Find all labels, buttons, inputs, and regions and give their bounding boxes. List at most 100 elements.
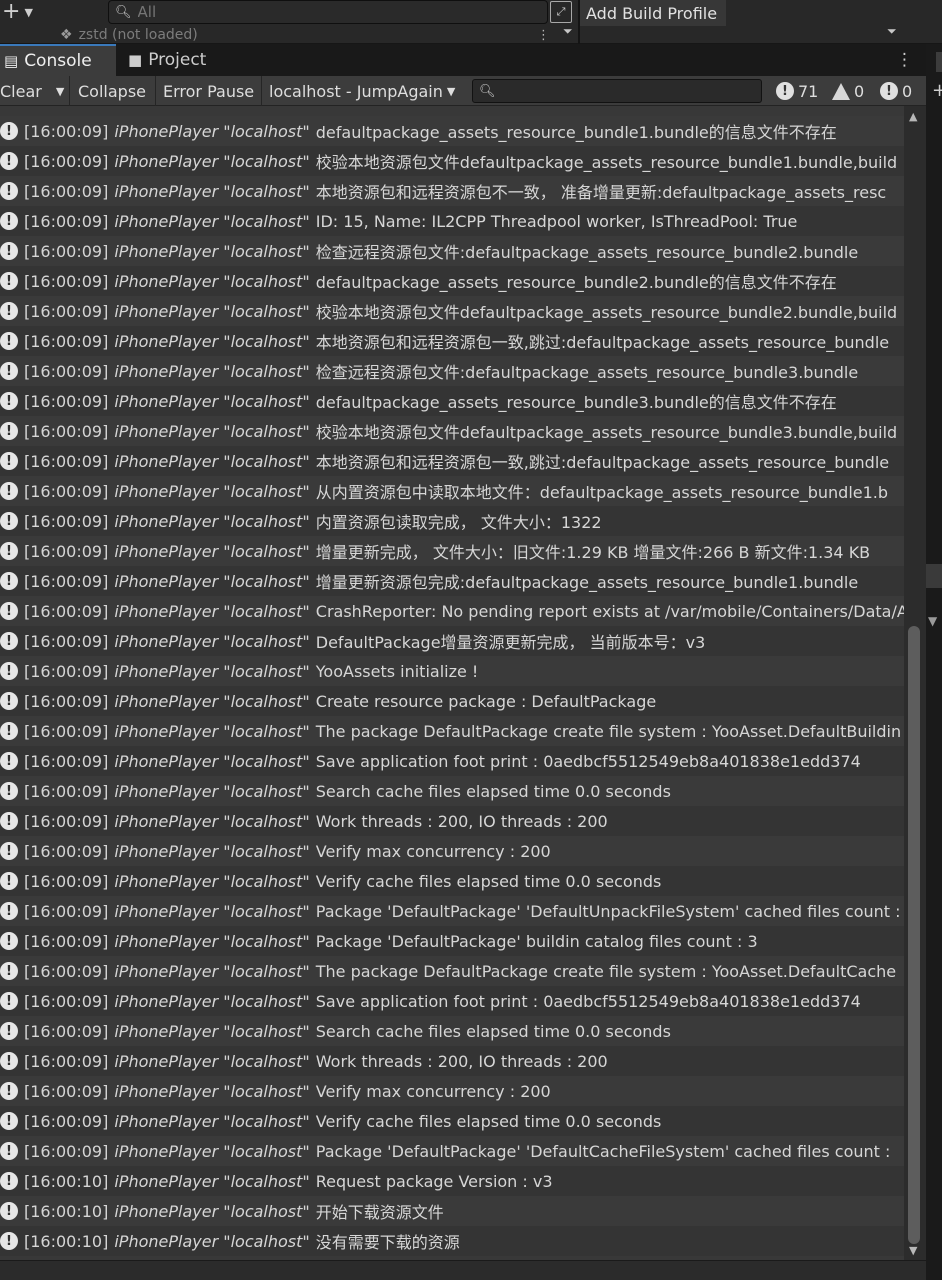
log-timestamp: [16:00:09] xyxy=(24,991,109,1011)
tab-project[interactable]: ■ Project xyxy=(128,44,238,76)
scroll-up-icon[interactable]: ▲ xyxy=(909,110,917,123)
zstd-item[interactable]: ❖ zstd (not loaded) xyxy=(60,27,198,43)
log-timestamp: [16:00:09] xyxy=(24,1141,109,1161)
console-log-list[interactable]: ! [16:00:09] iPhonePlayer "localhost" defau… xyxy=(0,106,904,1260)
log-entry[interactable]: ! [16:00:09] iPhonePlayer "localhost" defau… xyxy=(0,266,904,296)
log-entry[interactable]: ! [16:00:09] iPhonePlayer "localhost" Packa… xyxy=(0,896,904,926)
create-button[interactable]: + ▼ xyxy=(0,0,40,24)
log-entry[interactable]: ! [16:00:10] iPhonePlayer "localhost" 没有需要下… xyxy=(0,1226,904,1256)
log-source: iPhonePlayer "localhost" xyxy=(114,511,310,531)
log-timestamp: [16:00:10] xyxy=(24,1231,109,1251)
log-entry[interactable]: ! [16:00:09] iPhonePlayer "localhost" Packa… xyxy=(0,1136,904,1166)
hierarchy-search-input[interactable] xyxy=(137,3,518,21)
log-source: iPhonePlayer "localhost" xyxy=(114,991,310,1011)
log-entry[interactable]: ! [16:00:09] iPhonePlayer "localhost" 增量更新完… xyxy=(0,536,904,566)
log-entry[interactable]: ! [16:00:09] iPhonePlayer "localhost" 校验本地资… xyxy=(0,296,904,326)
tab-console[interactable]: ▤ Console xyxy=(0,44,116,76)
tab-project-label: Project xyxy=(148,50,207,70)
tab-menu-icon[interactable]: ⋮ xyxy=(896,50,913,70)
scroll-down-icon[interactable]: ▼ xyxy=(909,1244,917,1257)
log-entry[interactable]: ! [16:00:09] iPhonePlayer "localhost" 检查远程资… xyxy=(0,356,904,386)
log-timestamp: [16:00:09] xyxy=(24,661,109,681)
log-entry[interactable]: ! [16:00:09] iPhonePlayer "localhost" 校验本地资… xyxy=(0,146,904,176)
log-entry[interactable]: ! [16:00:09] iPhonePlayer "localhost" Verif… xyxy=(0,836,904,866)
collapse-icon[interactable]: ⏷ xyxy=(563,24,573,39)
error-pause-toggle[interactable]: Error Pause xyxy=(156,76,262,106)
console-scrollbar[interactable]: ▲ ▼ xyxy=(904,106,926,1260)
log-source: iPhonePlayer "localhost" xyxy=(114,361,310,381)
log-timestamp: [16:00:09] xyxy=(24,691,109,711)
log-message: The package DefaultPackage create file s… xyxy=(315,721,902,741)
info-icon: ! xyxy=(0,1142,18,1160)
zstd-label: zstd (not loaded) xyxy=(78,27,198,43)
log-entry[interactable]: ! [16:00:09] iPhonePlayer "localhost" Verif… xyxy=(0,866,904,896)
log-entry[interactable]: ! [16:00:09] iPhonePlayer "localhost" 校验本地资… xyxy=(0,416,904,446)
console-status-strip xyxy=(0,1260,926,1280)
log-entry[interactable]: ! [16:00:09] iPhonePlayer "localhost" defau… xyxy=(0,386,904,416)
add-build-profile-button[interactable]: Add Build Profile xyxy=(580,0,726,26)
console-search-input[interactable]: 🔍︎ xyxy=(472,79,762,103)
log-entry[interactable]: ! [16:00:09] iPhonePlayer "localhost" Defau… xyxy=(0,626,904,656)
error-filter-toggle[interactable]: ! 0 xyxy=(880,76,912,106)
log-entry[interactable]: ! [16:00:09] iPhonePlayer "localhost" Save … xyxy=(0,746,904,776)
adjacent-scroll-thumb[interactable] xyxy=(926,564,942,588)
collapse-icon[interactable]: ⏷ xyxy=(887,24,897,39)
log-entry[interactable]: ! [16:00:09] iPhonePlayer "localhost" Verif… xyxy=(0,1106,904,1136)
more-options-icon[interactable]: ⋮ xyxy=(537,28,550,43)
log-entry[interactable]: ! [16:00:09] iPhonePlayer "localhost" Verif… xyxy=(0,1076,904,1106)
expand-icon[interactable]: ⤢ xyxy=(550,1,572,23)
log-entry[interactable]: ! [16:00:09] iPhonePlayer "localhost" 本地资源包… xyxy=(0,446,904,476)
log-entry[interactable]: ! [16:00:09] iPhonePlayer "localhost" The p… xyxy=(0,716,904,746)
log-source: iPhonePlayer "localhost" xyxy=(114,1171,310,1191)
info-icon: ! xyxy=(0,842,18,860)
log-entry[interactable]: ! [16:00:09] iPhonePlayer "localhost" 内置资源包… xyxy=(0,506,904,536)
adjacent-panel: + ▼ xyxy=(926,44,942,1280)
log-entry[interactable]: ! [16:00:10] iPhonePlayer "localhost" 开始下载资… xyxy=(0,1196,904,1226)
log-entry[interactable]: ! [16:00:09] iPhonePlayer "localhost" Save … xyxy=(0,986,904,1016)
log-entry[interactable]: ! [16:00:09] iPhonePlayer "localhost" Crash… xyxy=(0,596,904,626)
log-source: iPhonePlayer "localhost" xyxy=(114,811,310,831)
log-entry[interactable]: ! [16:00:09] iPhonePlayer "localhost" Work … xyxy=(0,1046,904,1076)
clear-button[interactable]: Clear ▼ xyxy=(0,76,70,106)
plus-icon[interactable]: + xyxy=(932,80,942,101)
log-entry[interactable]: ! [16:00:09] iPhonePlayer "localhost" Creat… xyxy=(0,686,904,716)
log-entry[interactable]: ! [16:00:09] iPhonePlayer "localhost" Work … xyxy=(0,806,904,836)
log-timestamp: [16:00:09] xyxy=(24,1021,109,1041)
log-message: Package 'DefaultPackage' buildin catalog… xyxy=(315,931,758,951)
log-entry[interactable]: ! [16:00:09] iPhonePlayer "localhost" 本地资源包… xyxy=(0,176,904,206)
info-icon: ! xyxy=(0,422,18,440)
log-timestamp: [16:00:09] xyxy=(24,301,109,321)
log-message: CrashReporter: No pending report exists … xyxy=(315,601,904,621)
log-entry[interactable]: ! [16:00:09] iPhonePlayer "localhost" Searc… xyxy=(0,1016,904,1046)
log-entry[interactable]: ! [16:00:09] iPhonePlayer "localhost" YooAs… xyxy=(0,656,904,686)
collapse-toggle[interactable]: Collapse xyxy=(70,76,156,106)
plus-icon: + xyxy=(2,0,21,24)
log-source: iPhonePlayer "localhost" xyxy=(114,781,310,801)
log-entry[interactable]: ! [16:00:09] iPhonePlayer "localhost" defau… xyxy=(0,116,904,146)
info-filter-toggle[interactable]: ! 71 xyxy=(776,76,818,106)
log-entry[interactable]: ! [16:00:09] iPhonePlayer "localhost" 本地资源包… xyxy=(0,326,904,356)
player-connection-dropdown[interactable]: localhost - JumpAgain ▼ xyxy=(262,76,470,106)
log-entry[interactable]: ! [16:00:09] iPhonePlayer "localhost" 增量更新资… xyxy=(0,566,904,596)
adjacent-tab[interactable] xyxy=(936,52,942,72)
warning-filter-toggle[interactable]: 0 xyxy=(832,76,864,106)
info-icon: ! xyxy=(0,632,18,650)
log-entry[interactable]: ! [16:00:09] iPhonePlayer "localhost" Searc… xyxy=(0,776,904,806)
chevron-down-icon[interactable]: ▼ xyxy=(56,85,64,98)
log-entry[interactable]: ! [16:00:09] iPhonePlayer "localhost" 检查远程资… xyxy=(0,236,904,266)
log-timestamp: [16:00:09] xyxy=(24,331,109,351)
log-source: iPhonePlayer "localhost" xyxy=(114,961,310,981)
hierarchy-search[interactable]: 🔍︎ xyxy=(108,0,548,24)
log-entry[interactable]: ! [16:00:09] iPhonePlayer "localhost" The p… xyxy=(0,956,904,986)
scroll-down-icon[interactable]: ▼ xyxy=(928,614,937,628)
log-source: iPhonePlayer "localhost" xyxy=(114,451,310,471)
log-entry[interactable]: ! [16:00:10] iPhonePlayer "localhost" Reque… xyxy=(0,1166,904,1196)
scrollbar-thumb[interactable] xyxy=(908,626,920,1244)
log-entry[interactable]: ! [16:00:09] iPhonePlayer "localhost" 从内置资源… xyxy=(0,476,904,506)
log-source: iPhonePlayer "localhost" xyxy=(114,541,310,561)
tab-console-label: Console xyxy=(24,51,92,71)
log-entry[interactable]: ! [16:00:09] iPhonePlayer "localhost" ID: 1… xyxy=(0,206,904,236)
info-icon: ! xyxy=(0,872,18,890)
log-entry[interactable]: ! [16:00:09] iPhonePlayer "localhost" Packa… xyxy=(0,926,904,956)
log-timestamp: [16:00:09] xyxy=(24,841,109,861)
